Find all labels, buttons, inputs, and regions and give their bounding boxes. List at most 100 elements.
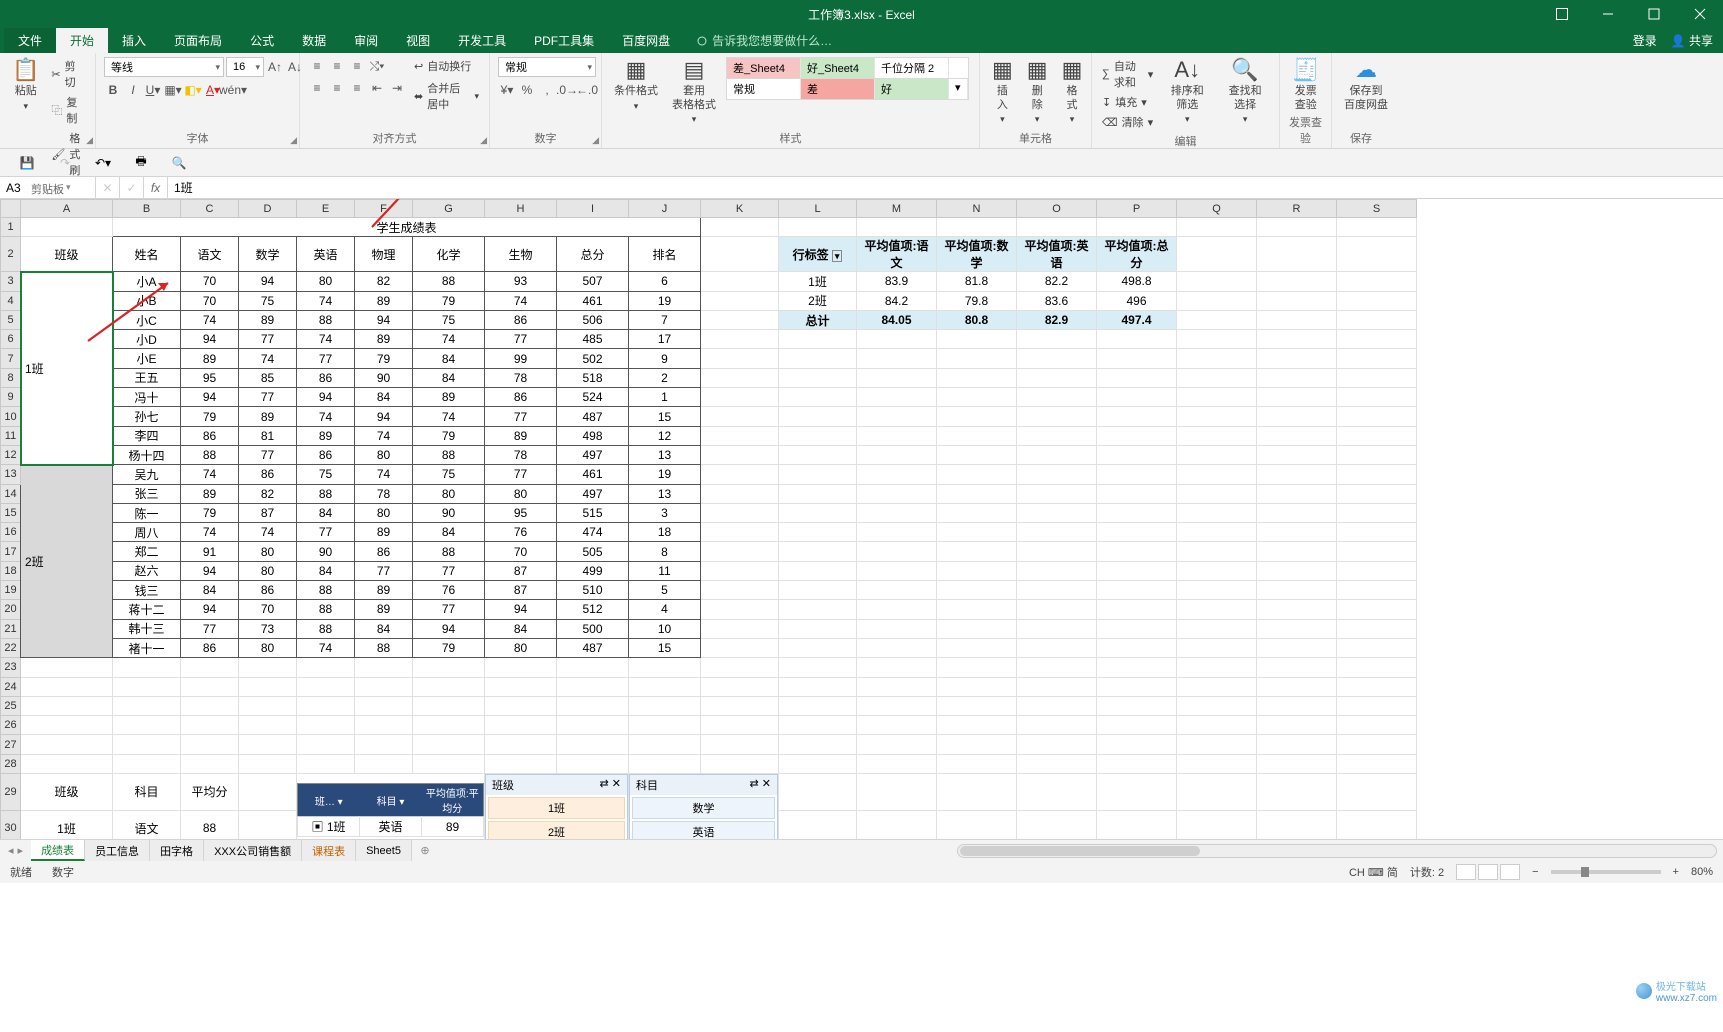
- cell-R4[interactable]: [1257, 291, 1337, 310]
- cell-C10[interactable]: 79: [181, 407, 239, 426]
- cell-G26[interactable]: [413, 716, 485, 735]
- cell-O28[interactable]: [1017, 754, 1097, 773]
- cell-C14[interactable]: 89: [181, 484, 239, 503]
- select-all-corner[interactable]: [1, 200, 21, 218]
- cell-Q12[interactable]: [1177, 445, 1257, 464]
- cell-F24[interactable]: [355, 677, 413, 696]
- row-header-28[interactable]: 28: [1, 754, 21, 773]
- cell-N12[interactable]: [937, 445, 1017, 464]
- cell-M21[interactable]: [857, 619, 937, 638]
- paste-button[interactable]: 📋粘贴▾: [8, 57, 43, 111]
- cell-O2[interactable]: 平均值项:英语: [1017, 237, 1097, 272]
- increase-decimal-icon[interactable]: .0→: [558, 81, 576, 99]
- cell-M11[interactable]: [857, 426, 937, 445]
- cell-S10[interactable]: [1337, 407, 1417, 426]
- cell-R23[interactable]: [1257, 658, 1337, 677]
- cell-I27[interactable]: [557, 735, 629, 754]
- tab-baidu[interactable]: 百度网盘: [608, 28, 684, 53]
- row-header-5[interactable]: 5: [1, 310, 21, 329]
- worksheet-grid[interactable]: ABCDEFGHIJKLMNOPQRS1学生成绩表2班级姓名语文数学英语物理化学…: [0, 199, 1723, 839]
- cell-K7[interactable]: [701, 349, 779, 368]
- cell-P17[interactable]: [1097, 542, 1177, 561]
- enter-icon[interactable]: ✓: [120, 177, 144, 198]
- styles-more-icon[interactable]: ▾: [949, 79, 968, 99]
- cell-J23[interactable]: [629, 658, 701, 677]
- cell-O4[interactable]: 83.6: [1017, 291, 1097, 310]
- cell-R14[interactable]: [1257, 484, 1337, 503]
- cell-C19[interactable]: 84: [181, 581, 239, 600]
- font-dialog-launcher[interactable]: ◢: [290, 135, 297, 146]
- row-header-11[interactable]: 11: [1, 426, 21, 445]
- cell-G6[interactable]: 74: [413, 330, 485, 349]
- cell-Q7[interactable]: [1177, 349, 1257, 368]
- cell-C28[interactable]: [181, 754, 239, 773]
- ribbon-display-options-icon[interactable]: [1539, 0, 1585, 28]
- cell-C21[interactable]: 77: [181, 619, 239, 638]
- currency-icon[interactable]: ¥▾: [498, 81, 516, 99]
- cell-H8[interactable]: 78: [485, 368, 557, 387]
- share-button[interactable]: 👤 共享: [1671, 32, 1713, 49]
- col-header-N[interactable]: N: [937, 200, 1017, 218]
- cell-B29[interactable]: 科目: [113, 774, 181, 811]
- cell-F6[interactable]: 89: [355, 330, 413, 349]
- row-header-19[interactable]: 19: [1, 581, 21, 600]
- underline-button[interactable]: U▾: [144, 81, 162, 99]
- cell-M2[interactable]: 平均值项:语文: [857, 237, 937, 272]
- cell-B11[interactable]: 李四: [113, 426, 181, 445]
- cell-L24[interactable]: [779, 677, 857, 696]
- cell-I9[interactable]: 524: [557, 388, 629, 407]
- align-left-icon[interactable]: ≡: [308, 79, 326, 97]
- cell-J22[interactable]: 15: [629, 638, 701, 657]
- cell-H5[interactable]: 86: [485, 310, 557, 329]
- slicer-clear-icon[interactable]: ⇄ ✕: [750, 777, 772, 793]
- row-header-27[interactable]: 27: [1, 735, 21, 754]
- cell-B9[interactable]: 冯十: [113, 388, 181, 407]
- cell-I2[interactable]: 总分: [557, 237, 629, 272]
- cell-H12[interactable]: 78: [485, 445, 557, 464]
- cell-S2[interactable]: [1337, 237, 1417, 272]
- align-top-icon[interactable]: ≡: [308, 57, 326, 75]
- cell-C30[interactable]: 88: [181, 810, 239, 839]
- percent-icon[interactable]: %: [518, 81, 536, 99]
- cell-D15[interactable]: 87: [239, 503, 297, 522]
- cell-C13[interactable]: 74: [181, 465, 239, 484]
- cell-G7[interactable]: 84: [413, 349, 485, 368]
- cell-H19[interactable]: 87: [485, 581, 557, 600]
- cell-O17[interactable]: [1017, 542, 1097, 561]
- cell-M19[interactable]: [857, 581, 937, 600]
- sheet-tab-5[interactable]: Sheet5: [356, 840, 412, 861]
- cell-Q8[interactable]: [1177, 368, 1257, 387]
- cell-O29[interactable]: [1017, 774, 1097, 811]
- cell-B12[interactable]: 杨十四: [113, 445, 181, 464]
- cell-R24[interactable]: [1257, 677, 1337, 696]
- cell-I24[interactable]: [557, 677, 629, 696]
- cell-D12[interactable]: 77: [239, 445, 297, 464]
- cell-L19[interactable]: [779, 581, 857, 600]
- col-header-M[interactable]: M: [857, 200, 937, 218]
- row-header-30[interactable]: 30: [1, 810, 21, 839]
- font-name-select[interactable]: 等线: [104, 57, 224, 77]
- cell-P30[interactable]: [1097, 810, 1177, 839]
- cell-R7[interactable]: [1257, 349, 1337, 368]
- cell-R28[interactable]: [1257, 754, 1337, 773]
- cell-B14[interactable]: 张三: [113, 484, 181, 503]
- cell-S26[interactable]: [1337, 716, 1417, 735]
- cell-H2[interactable]: 生物: [485, 237, 557, 272]
- cell-R19[interactable]: [1257, 581, 1337, 600]
- cell-Q15[interactable]: [1177, 503, 1257, 522]
- cell-H11[interactable]: 89: [485, 426, 557, 445]
- cell-S13[interactable]: [1337, 465, 1417, 484]
- cell-Q24[interactable]: [1177, 677, 1257, 696]
- slicer-class[interactable]: 班级⇄ ✕1班2班: [485, 774, 628, 839]
- cell-D11[interactable]: 81: [239, 426, 297, 445]
- cell-E8[interactable]: 86: [297, 368, 355, 387]
- cell-L1[interactable]: [779, 218, 857, 237]
- cell-D3[interactable]: 94: [239, 272, 297, 291]
- style-good-sheet4[interactable]: 好_Sheet4: [801, 58, 875, 78]
- cell-M9[interactable]: [857, 388, 937, 407]
- cell-E17[interactable]: 90: [297, 542, 355, 561]
- cell-D16[interactable]: 74: [239, 523, 297, 542]
- cell-E4[interactable]: 74: [297, 291, 355, 310]
- cell-P23[interactable]: [1097, 658, 1177, 677]
- cell-O20[interactable]: [1017, 600, 1097, 619]
